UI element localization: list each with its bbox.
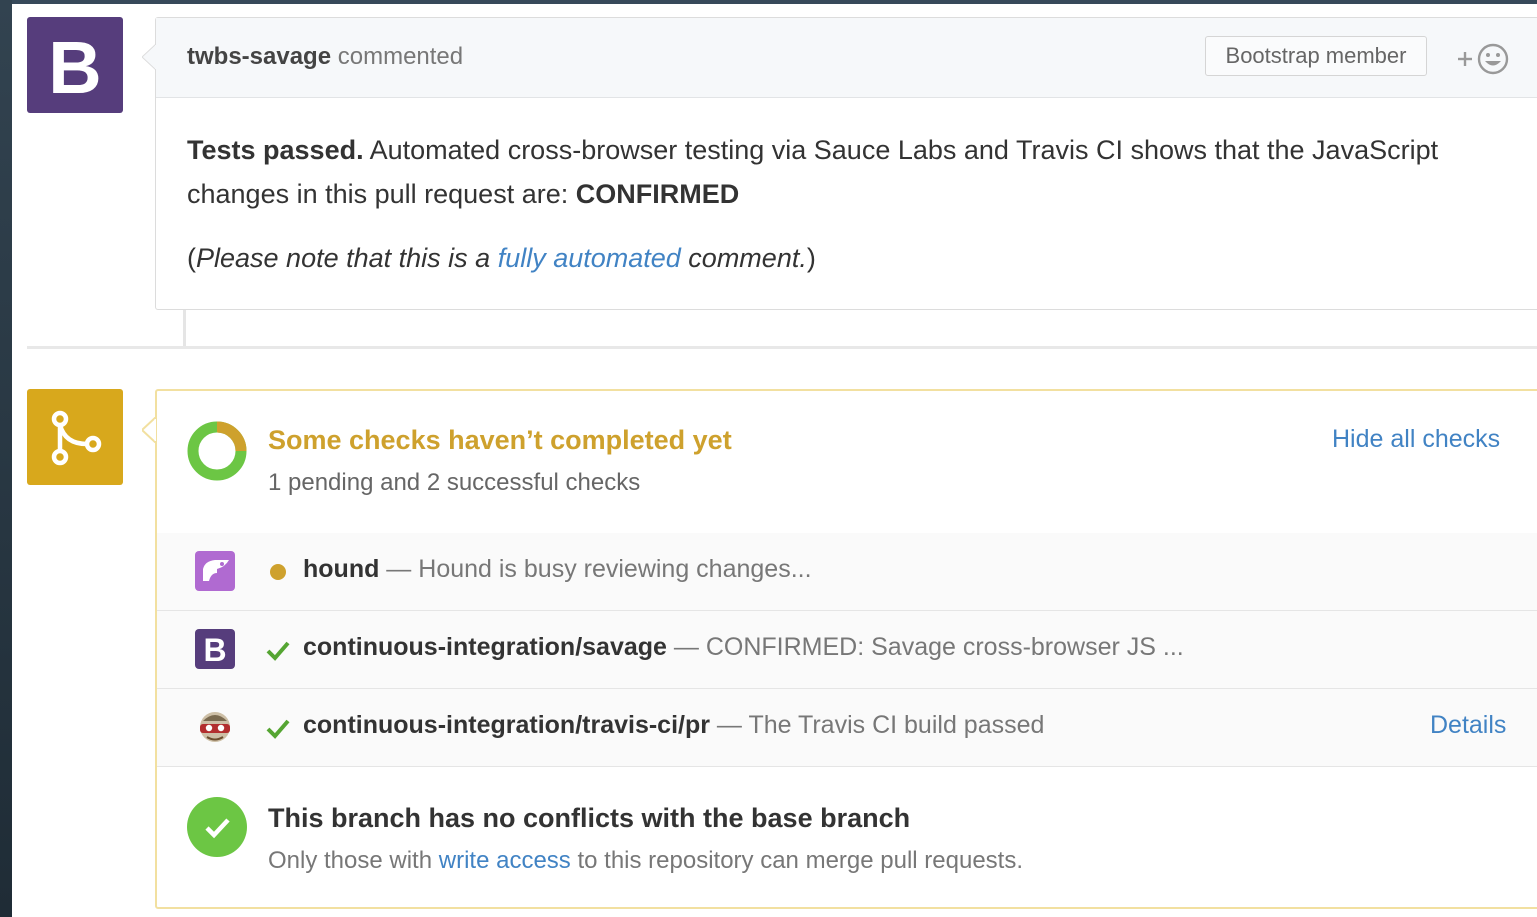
success-check-icon (266, 719, 290, 739)
merge-status-subtitle: Only those with write access to this rep… (268, 847, 1023, 875)
write-access-link[interactable]: write access (439, 847, 571, 874)
merge-status-title: This branch has no conflicts with the ba… (268, 803, 911, 833)
check-description: Hound is busy reviewing changes... (418, 555, 812, 583)
travis-ci-icon (200, 712, 230, 742)
comment-author-line: twbs-savage commented (187, 43, 463, 71)
tests-passed-lead: Tests passed. (187, 135, 364, 165)
timeline-separator (27, 346, 1537, 349)
avatar-letter: B (48, 26, 101, 109)
merge-status-avatar (27, 389, 123, 485)
hound-icon (195, 551, 235, 591)
check-separator: — (379, 555, 419, 583)
check-row-hound: hound — Hound is busy reviewing changes.… (157, 533, 1537, 611)
check-row-savage: B continuous-integration/savage — CONFIR… (157, 611, 1537, 689)
check-name: continuous-integration/savage (303, 633, 667, 661)
check-separator: — (709, 711, 749, 739)
check-context: hound — Hound is busy reviewing changes.… (303, 555, 812, 584)
pending-ring-icon (187, 421, 247, 481)
window-frame-left (0, 0, 12, 917)
svg-text:B: B (203, 632, 226, 668)
note-pre: Please note that this is a (196, 243, 498, 273)
pending-dot-icon (270, 564, 286, 580)
git-merge-icon (51, 410, 102, 466)
check-description: The Travis CI build passed (748, 711, 1045, 739)
note-paren-open: ( (187, 243, 196, 273)
note-paren-close: ) (806, 243, 816, 273)
check-row-travis: continuous-integration/travis-ci/pr — Th… (157, 689, 1537, 767)
success-check-icon (266, 641, 290, 661)
automation-note: (Please note that this is a fully automa… (187, 238, 1517, 278)
timeline-line (183, 310, 186, 346)
window-frame-top (0, 0, 1537, 4)
comment-verb: commented (337, 43, 464, 70)
merge-status: This branch has no conflicts with the ba… (157, 767, 1537, 907)
comment-body: Tests passed. Automated cross-browser te… (187, 128, 1517, 278)
check-context: continuous-integration/savage — CONFIRME… (303, 633, 1184, 662)
fully-automated-link[interactable]: fully automated (498, 243, 681, 273)
check-context: continuous-integration/travis-ci/pr — Th… (303, 711, 1044, 740)
comment-box: twbs-savage commented Bootstrap member T… (142, 17, 1537, 310)
member-badge: Bootstrap member (1205, 36, 1427, 76)
confirmed-status: CONFIRMED (575, 179, 740, 209)
check-name: continuous-integration/travis-ci/pr (303, 711, 710, 739)
success-circle-check-icon (187, 797, 247, 857)
bootstrap-logo-icon: B (48, 26, 101, 109)
author-name-link[interactable]: twbs-savage (187, 43, 331, 70)
comment-header: twbs-savage commented Bootstrap member (156, 18, 1537, 98)
merge-sub-pre: Only those with (268, 847, 439, 874)
comment-pointer (142, 44, 156, 70)
merge-sub-post: to this repository can merge pull reques… (570, 847, 1024, 874)
checks-title: Some checks haven’t completed yet (268, 425, 732, 455)
check-description: CONFIRMED: Savage cross-browser JS ... (705, 633, 1184, 661)
details-link[interactable]: Details (1430, 711, 1506, 740)
note-post: comment. (680, 243, 807, 273)
checks-summary: 1 pending and 2 successful checks (268, 469, 641, 496)
hide-all-checks-link[interactable]: Hide all checks (1332, 425, 1500, 454)
merge-box: Some checks haven’t completed yet 1 pend… (142, 389, 1537, 909)
comment-text: Tests passed. Automated cross-browser te… (187, 128, 1517, 216)
check-separator: — (666, 633, 706, 661)
add-reaction-smiley-icon[interactable] (1456, 42, 1512, 76)
avatar[interactable]: B (27, 17, 123, 113)
checks-header: Some checks haven’t completed yet 1 pend… (157, 391, 1537, 534)
merge-pointer (142, 417, 156, 443)
bootstrap-icon: B (195, 629, 235, 669)
check-name: hound (303, 555, 380, 583)
comment-text-main: Automated cross-browser testing via Sauc… (187, 135, 1439, 209)
